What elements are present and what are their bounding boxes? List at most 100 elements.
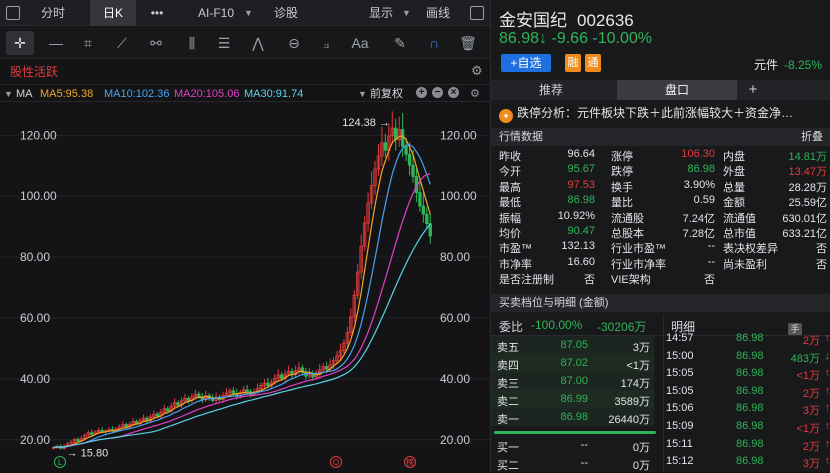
- sector-change[interactable]: 元件-8.25%: [754, 56, 822, 73]
- chevron-down-icon[interactable]: ▼: [402, 8, 411, 18]
- tab-order-book[interactable]: 盘口: [617, 80, 737, 100]
- tick-volume: 3万: [803, 402, 820, 418]
- tick-direction: ↑: [825, 367, 830, 379]
- order-book-level[interactable]: 买一--0万: [491, 436, 654, 454]
- tab-recommend[interactable]: 推荐: [491, 80, 611, 100]
- candle-body: [198, 394, 201, 396]
- stat-label: 总股本: [611, 225, 644, 241]
- layout-icon[interactable]: [6, 6, 20, 20]
- ma30-value: MA30:91.74: [244, 86, 303, 102]
- stats-row: 是否注册制否VIE架构否: [499, 271, 829, 286]
- display-menu[interactable]: 显示: [362, 0, 400, 26]
- stat-label: 换手: [611, 179, 633, 195]
- stats-row: 最高97.53换手3.90%总量28.28万: [499, 179, 829, 194]
- tick-time: 14:57: [666, 332, 694, 344]
- y-tick-label-left: 80.00: [20, 250, 50, 264]
- chevron-down-icon[interactable]: ▼: [358, 86, 367, 102]
- order-book-level[interactable]: 卖四87.02<1万: [491, 354, 654, 372]
- tick-row: 14:5786.982万↑: [664, 331, 830, 349]
- tick-volume: 483万: [791, 350, 820, 366]
- fan-tool-icon[interactable]: ⟋: [108, 31, 136, 55]
- stat-label: 是否注册制: [499, 271, 554, 287]
- stat-label: VIE架构: [611, 271, 651, 287]
- eraser-icon[interactable]: ✎: [386, 31, 414, 55]
- gann-tool-icon[interactable]: ⟓: [312, 31, 340, 55]
- y-tick-label-right: 100.00: [440, 189, 477, 203]
- fullscreen-icon[interactable]: [470, 6, 484, 20]
- limit-down-analysis[interactable]: ✦跌停分析：元件板块下跌＋此前涨幅较大＋资金净…: [499, 104, 823, 123]
- line-tool-icon[interactable]: —: [42, 31, 70, 55]
- stat-value: 86.98: [567, 194, 595, 206]
- stat-value: 95.67: [567, 163, 595, 175]
- stat-value: 10.92%: [558, 210, 595, 222]
- pattern-tool-icon[interactable]: ⚯: [142, 31, 170, 55]
- stats-row: 最低86.98量比0.59金额25.59亿: [499, 194, 829, 209]
- stat-label: 均价: [499, 225, 521, 241]
- fold-button[interactable]: 折叠: [801, 128, 823, 146]
- stat-label: 市盈™: [499, 240, 532, 256]
- connect-badge[interactable]: 通: [585, 54, 601, 72]
- commission-ratio: -100.00%: [531, 318, 582, 332]
- tick-row: 15:0686.983万↑: [664, 401, 830, 419]
- quote-tabs: 推荐 盘口 +: [491, 80, 830, 100]
- stats-row: 今开95.67跌停86.98外盘13.47万: [499, 163, 829, 178]
- tick-price: 86.98: [736, 367, 764, 379]
- adjust-mode-select[interactable]: 前复权: [370, 86, 403, 102]
- commission-label: 委比: [499, 318, 523, 335]
- trash-icon[interactable]: 🗑: [454, 31, 482, 55]
- text-tool-icon[interactable]: Aa: [346, 31, 374, 55]
- ma5-value: MA5:95.38: [40, 86, 93, 102]
- add-watchlist-button[interactable]: +自选: [501, 54, 551, 72]
- chevron-down-icon[interactable]: ▼: [244, 8, 253, 18]
- y-tick-label-left: 60.00: [20, 311, 50, 325]
- tick-row: 15:0086.98483万↓: [664, 349, 830, 367]
- more-periods-button[interactable]: •••: [142, 0, 172, 26]
- magnet-icon[interactable]: ∩: [420, 31, 448, 55]
- tab-diagnose[interactable]: 诊股: [262, 0, 310, 26]
- candle-body: [246, 390, 249, 392]
- fib-tool-icon[interactable]: ☰: [210, 31, 238, 55]
- channel-tool-icon[interactable]: ⫼: [178, 31, 206, 55]
- level-amount: 3万: [633, 339, 650, 355]
- stat-value: 否: [816, 240, 827, 256]
- order-book-level[interactable]: 买二--0万: [491, 454, 654, 472]
- order-book-level[interactable]: 卖三87.00174万: [491, 372, 654, 390]
- last-price: 86.98: [499, 30, 539, 47]
- margin-badge[interactable]: 融: [565, 54, 581, 72]
- candlestick-chart[interactable]: 20.0020.0040.0040.0060.0060.0080.0080.00…: [0, 103, 490, 472]
- level-label: 买二: [497, 457, 519, 473]
- cycle-tool-icon[interactable]: ⊖: [280, 31, 308, 55]
- chevron-down-icon[interactable]: ▼: [4, 86, 13, 102]
- y-tick-label-right: 40.00: [440, 372, 470, 386]
- tick-direction: ↑: [825, 455, 830, 467]
- tab-ai-f10[interactable]: AI-F10: [190, 0, 242, 26]
- order-book-level[interactable]: 卖一86.9826440万: [491, 408, 654, 426]
- gear-icon[interactable]: ⚙: [471, 63, 483, 79]
- stat-label: 内盘: [723, 148, 745, 164]
- order-book-level[interactable]: 卖五87.053万: [491, 336, 654, 354]
- draw-line-button[interactable]: 画线: [420, 0, 456, 26]
- tick-time: 15:06: [666, 402, 694, 414]
- candle-body: [384, 143, 387, 151]
- trade-ticks: 14:5786.982万↑15:0086.98483万↓15:0586.98<1…: [664, 331, 830, 472]
- wave-tool-icon[interactable]: ⋀: [244, 31, 272, 55]
- strategy-tag[interactable]: 股性活跃: [10, 63, 58, 80]
- tab-intraday[interactable]: 分时: [28, 0, 78, 26]
- stock-code: 002636: [577, 11, 634, 30]
- stat-value: --: [708, 256, 715, 268]
- stat-value: 13.47万: [788, 163, 827, 179]
- candle-body: [125, 425, 128, 427]
- y-tick-label-right: 80.00: [440, 250, 470, 264]
- crosshair-icon[interactable]: ✛: [6, 31, 34, 55]
- order-book-level[interactable]: 卖二86.993589万: [491, 390, 654, 408]
- stat-value: 132.13: [561, 240, 595, 252]
- stat-value: 633.21亿: [782, 225, 827, 241]
- stats-row: 均价90.47总股本7.28亿总市值633.21亿: [499, 225, 829, 240]
- crop-tool-icon[interactable]: ⌗: [74, 31, 102, 55]
- tab-daily-k[interactable]: 日K: [90, 0, 136, 26]
- stat-label: 行业市盈™: [611, 240, 666, 256]
- gear-icon[interactable]: ⚙: [470, 86, 480, 102]
- add-tab-icon[interactable]: +: [741, 80, 765, 100]
- candle-body: [325, 366, 328, 369]
- price-change: -9.66: [552, 30, 588, 47]
